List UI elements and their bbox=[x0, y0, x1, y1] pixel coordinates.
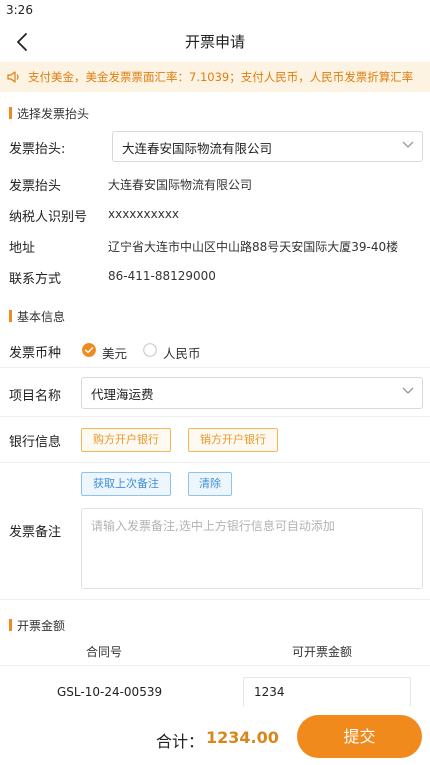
clear-remark-button[interactable]: 清除 bbox=[188, 472, 232, 496]
amount-input[interactable]: 1234 bbox=[243, 677, 411, 707]
address-label: 地址 bbox=[9, 241, 36, 256]
currency-label: 发票币种 bbox=[9, 346, 62, 361]
bank-info-label: 银行信息 bbox=[9, 435, 62, 450]
remark-label: 发票备注 bbox=[9, 525, 62, 540]
footer-bar: 合计： 1234.00 提交 bbox=[0, 706, 430, 765]
section-marker bbox=[9, 619, 12, 631]
section-invoice-header: 选择发票抬头 bbox=[9, 105, 89, 122]
project-name-selected: 代理海运费 bbox=[91, 387, 154, 402]
column-invoiceable-amount: 可开票金额 bbox=[292, 645, 353, 659]
section-title: 选择发票抬头 bbox=[17, 107, 90, 121]
invoice-title-value: 大连春安国际物流有限公司 bbox=[108, 178, 253, 192]
currency-option-cny: 人民币 bbox=[163, 346, 201, 361]
divider bbox=[0, 462, 430, 463]
project-name-select[interactable]: 代理海运费 bbox=[81, 377, 423, 409]
project-name-label: 项目名称 bbox=[9, 389, 62, 404]
contract-number-cell: GSL-10-24-00539 bbox=[57, 685, 163, 699]
buyer-bank-button[interactable]: 购方开户银行 bbox=[81, 428, 171, 452]
divider bbox=[0, 665, 430, 666]
remark-placeholder: 请输入发票备注,选中上方银行信息可自动添加 bbox=[91, 519, 335, 533]
invoice-title-label: 发票抬头 bbox=[9, 179, 62, 194]
taxpayer-id-value: xxxxxxxxxx bbox=[108, 207, 180, 221]
status-time: 3:26 bbox=[6, 3, 33, 17]
section-basic-info: 基本信息 bbox=[9, 308, 65, 325]
nav-bar: 开票申请 bbox=[0, 22, 430, 62]
section-title: 开票金额 bbox=[17, 619, 66, 633]
remark-textarea[interactable]: 请输入发票备注,选中上方银行信息可自动添加 bbox=[81, 508, 423, 589]
unchecked-circle-icon bbox=[143, 343, 157, 357]
total-label: 合计： bbox=[156, 732, 205, 751]
currency-radio-usd[interactable]: 美元 bbox=[82, 343, 137, 361]
amount-input-value: 1234 bbox=[254, 685, 285, 699]
chevron-down-icon bbox=[402, 141, 414, 148]
divider bbox=[0, 599, 430, 600]
contact-value: 86-411-88129000 bbox=[108, 269, 216, 283]
notice-text: 支付美金，美金发票票面汇率：7.1039；支付人民币，人民币发票折算汇率 bbox=[28, 70, 414, 84]
section-marker bbox=[9, 107, 12, 119]
submit-button[interactable]: 提交 bbox=[297, 715, 422, 758]
chevron-down-icon bbox=[402, 387, 414, 394]
section-title: 基本信息 bbox=[17, 310, 66, 324]
status-bar: 3:26 bbox=[0, 0, 430, 22]
invoice-title-select-label: 发票抬头: bbox=[9, 142, 66, 157]
invoice-title-select[interactable]: 大连春安国际物流有限公司 bbox=[112, 131, 423, 162]
currency-radio-cny[interactable]: 人民币 bbox=[143, 343, 213, 361]
contact-label: 联系方式 bbox=[9, 272, 62, 287]
taxpayer-id-label: 纳税人识别号 bbox=[9, 210, 88, 225]
address-value: 辽宁省大连市中山区中山路88号天安国际大厦39-40楼 bbox=[108, 240, 399, 254]
divider bbox=[0, 367, 430, 368]
speaker-icon bbox=[7, 71, 19, 83]
notice-banner: 支付美金，美金发票票面汇率：7.1039；支付人民币，人民币发票折算汇率 bbox=[0, 62, 430, 92]
total-value: 1234.00 bbox=[206, 728, 279, 747]
fetch-last-remark-button[interactable]: 获取上次备注 bbox=[81, 472, 171, 496]
section-marker bbox=[9, 310, 12, 322]
currency-option-usd: 美元 bbox=[102, 346, 128, 361]
column-contract-no: 合同号 bbox=[86, 645, 123, 659]
section-invoice-amount: 开票金额 bbox=[9, 617, 65, 634]
invoice-title-selected: 大连春安国际物流有限公司 bbox=[122, 141, 273, 156]
divider bbox=[0, 416, 430, 417]
page-title: 开票申请 bbox=[184, 33, 245, 51]
seller-bank-button[interactable]: 销方开户银行 bbox=[188, 428, 278, 452]
checked-circle-icon bbox=[82, 343, 96, 357]
